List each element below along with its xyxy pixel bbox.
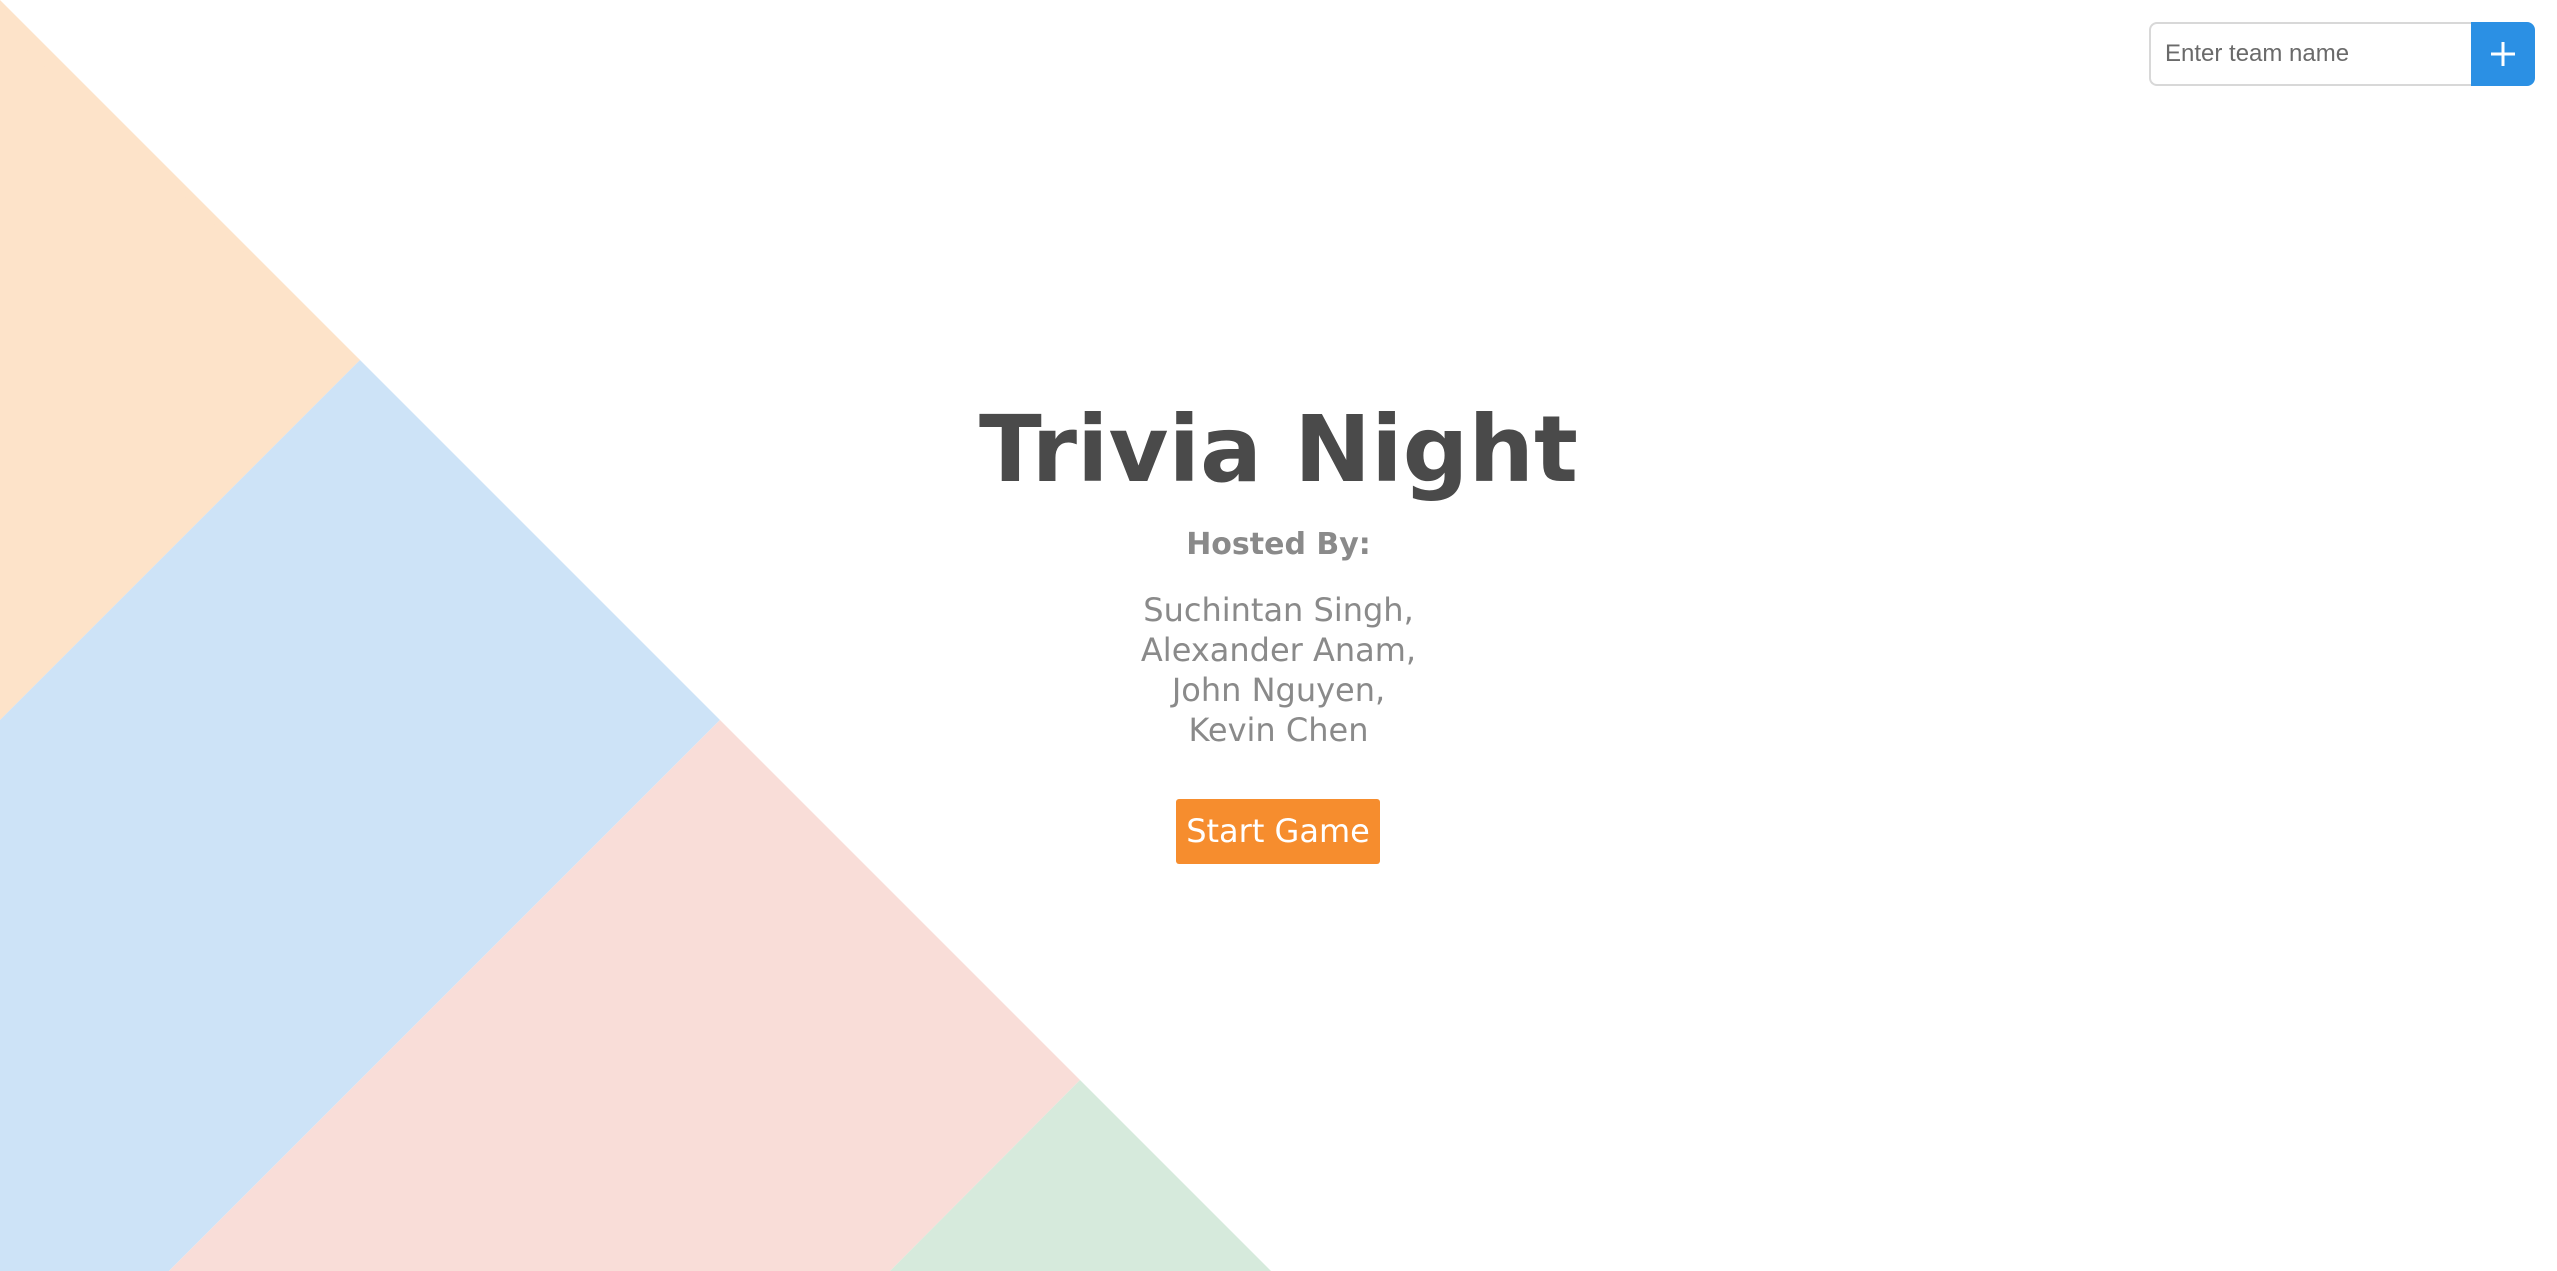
hosts-list: Suchintan Singh, Alexander Anam, John Ng… bbox=[0, 590, 2557, 750]
team-name-input[interactable] bbox=[2149, 22, 2471, 86]
hosted-by-label: Hosted By: bbox=[1186, 527, 1371, 562]
plus-icon bbox=[2491, 42, 2515, 66]
add-team-button[interactable] bbox=[2471, 22, 2535, 86]
host-name: Alexander Anam, bbox=[1140, 631, 1417, 669]
add-team-form bbox=[2149, 22, 2535, 86]
host-name: Kevin Chen bbox=[1188, 711, 1369, 749]
host-name: Suchintan Singh, bbox=[1143, 591, 1414, 629]
page: Trivia Night Hosted By: Suchintan Singh,… bbox=[0, 0, 2557, 1271]
host-name: John Nguyen, bbox=[1171, 671, 1386, 709]
page-title: Trivia Night bbox=[978, 396, 1579, 503]
start-game-button[interactable]: Start Game bbox=[1176, 799, 1380, 864]
